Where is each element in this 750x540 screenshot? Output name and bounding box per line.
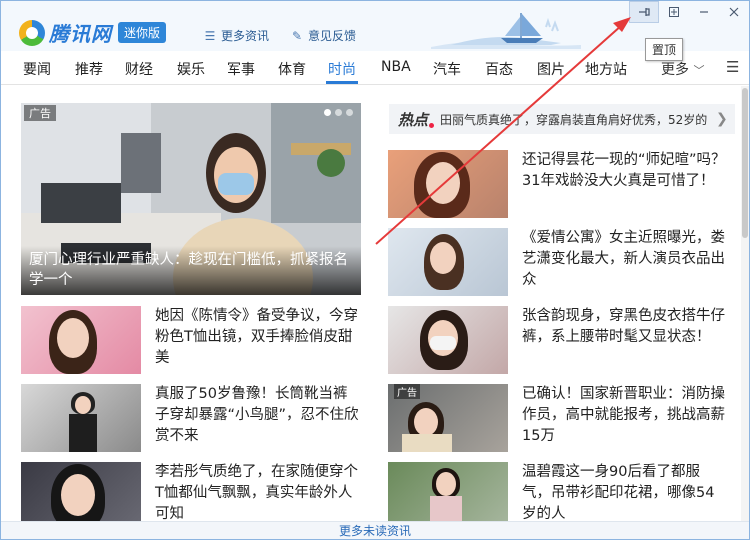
more-tabs-label: 更多: [661, 62, 689, 78]
hot-label: 热点: [398, 110, 429, 129]
news-card[interactable]: 广告 已确认！国家新晋职业：消防操作员，高中就能报考，挑战高薪15万: [388, 384, 728, 452]
news-card[interactable]: 还记得昙花一现的“师妃暄”吗？31年戏龄没大火真是可惜了！: [388, 150, 728, 218]
tab-finance[interactable]: 财经: [125, 59, 153, 79]
list-icon: ☰: [204, 28, 216, 43]
more-unread-button[interactable]: 更多未读资讯: [1, 521, 749, 539]
active-tab-indicator: [326, 81, 358, 84]
news-feed: 广告 厦门心理行业严重缺人：趁现在门槛低，抓紧报名学一个 热点 田丽气质真绝了，…: [1, 86, 741, 521]
hot-news-ticker[interactable]: 热点 田丽气质真绝了，穿露肩装直角肩好优秀，52岁的 ❯: [389, 104, 735, 134]
tab-sports[interactable]: 体育: [278, 59, 306, 79]
sailboat-decoration-icon: [431, 13, 581, 49]
news-thumbnail: [388, 228, 508, 296]
news-title: 李若彤气质绝了，在家随便穿个T恤都仙气飘飘，真实年龄外人可知: [155, 464, 358, 521]
feedback-link[interactable]: ✎ 意见反馈: [291, 27, 356, 44]
news-thumbnail: [21, 462, 141, 521]
news-title: 她因《陈情令》备受争议，今穿粉色T恤出镜，双手捧脸俏皮甜美: [155, 308, 358, 366]
chevron-right-icon[interactable]: ❯: [716, 111, 728, 127]
news-card[interactable]: 张含韵现身，穿黑色皮衣搭牛仔裤，系上腰带时髦又显状态！: [388, 306, 728, 374]
tab-headlines[interactable]: 要闻: [23, 59, 51, 79]
news-thumbnail: [21, 306, 141, 374]
news-title: 温碧霞这一身90后看了都服气，吊带衫配印花裙，哪像54岁的人: [522, 464, 715, 521]
news-thumbnail: [388, 462, 508, 521]
close-icon[interactable]: [719, 1, 749, 23]
tab-recommend[interactable]: 推荐: [75, 59, 103, 79]
news-thumbnail: [388, 150, 508, 218]
news-thumbnail: 广告: [388, 384, 508, 452]
more-news-label: 更多资讯: [221, 29, 270, 43]
tab-military[interactable]: 军事: [227, 59, 255, 79]
news-card[interactable]: 真服了50岁鲁豫！长筒靴当裤子穿却暴露“小鸟腿”，忍不住欣赏不来: [21, 384, 361, 452]
tab-auto[interactable]: 汽车: [433, 59, 461, 79]
ad-tag: 广告: [24, 105, 56, 121]
menu-icon[interactable]: ☰: [726, 58, 739, 76]
more-unread-label: 更多未读资讯: [338, 524, 411, 538]
pencil-icon: ✎: [291, 28, 303, 43]
header: 腾讯网 迷你版 ☰ 更多资讯 ✎ 意见反馈: [1, 1, 749, 51]
tencent-mini-window: 腾讯网 迷你版 ☰ 更多资讯 ✎ 意见反馈 置顶 要闻 推荐 财经 娱乐 军事 …: [0, 0, 750, 540]
pin-icon[interactable]: [629, 1, 659, 23]
news-title: 真服了50岁鲁豫！长筒靴当裤子穿却暴露“小鸟腿”，忍不住欣赏不来: [155, 386, 359, 444]
tencent-logo-icon: [19, 19, 45, 46]
minimize-icon[interactable]: [689, 1, 719, 23]
carousel-dot[interactable]: [335, 109, 342, 116]
tab-nba[interactable]: NBA: [381, 59, 411, 75]
chevron-down-icon: ﹀: [693, 64, 705, 77]
tab-pictures[interactable]: 图片: [537, 59, 565, 79]
mini-badge: 迷你版: [118, 22, 167, 43]
news-card[interactable]: 温碧霞这一身90后看了都服气，吊带衫配印花裙，哪像54岁的人: [388, 462, 728, 521]
tab-entertainment[interactable]: 娱乐: [177, 59, 205, 79]
hot-text: 田丽气质真绝了，穿露肩装直角肩好优秀，52岁的: [440, 112, 708, 127]
news-title: 已确认！国家新晋职业：消防操作员，高中就能报考，挑战高薪15万: [522, 386, 725, 444]
news-thumbnail: [388, 306, 508, 374]
hero-caption: 厦门心理行业严重缺人：趁现在门槛低，抓紧报名学一个: [21, 246, 361, 295]
news-title: 张含韵现身，穿黑色皮衣搭牛仔裤，系上腰带时髦又显状态！: [522, 308, 725, 345]
category-nav: 要闻 推荐 财经 娱乐 军事 体育 时尚 NBA 汽车 百态 图片 地方站 更多…: [1, 51, 749, 85]
news-thumbnail: [21, 384, 141, 452]
restore-icon[interactable]: [659, 1, 689, 23]
ad-tag: 广告: [394, 384, 420, 399]
carousel-dots: [324, 109, 353, 116]
hero-banner[interactable]: 广告 厦门心理行业严重缺人：趁现在门槛低，抓紧报名学一个: [21, 103, 361, 295]
tab-local[interactable]: 地方站: [585, 59, 627, 79]
scrollbar-thumb[interactable]: [742, 88, 748, 238]
news-title: 《爱情公寓》女主近照曝光，娄艺潇变化最大，新人演员衣品出众: [522, 230, 725, 288]
hot-dot-icon: [429, 122, 435, 128]
carousel-dot[interactable]: [346, 109, 353, 116]
brand-name: 腾讯网: [49, 22, 112, 46]
scrollbar[interactable]: [741, 86, 749, 521]
tab-life[interactable]: 百态: [485, 59, 513, 79]
more-tabs-dropdown[interactable]: 更多 ﹀: [661, 59, 704, 79]
pin-tooltip: 置顶: [645, 38, 684, 61]
news-card[interactable]: 《爱情公寓》女主近照曝光，娄艺潇变化最大，新人演员衣品出众: [388, 228, 728, 296]
news-title: 还记得昙花一现的“师妃暄”吗？31年戏龄没大火真是可惜了！: [522, 152, 726, 189]
logo[interactable]: 腾讯网 迷你版: [19, 18, 167, 47]
news-card[interactable]: 她因《陈情令》备受争议，今穿粉色T恤出镜，双手捧脸俏皮甜美: [21, 306, 361, 374]
window-controls: [629, 1, 749, 23]
more-news-link[interactable]: ☰ 更多资讯: [204, 27, 269, 44]
carousel-dot[interactable]: [324, 109, 331, 116]
tab-fashion[interactable]: 时尚: [328, 59, 356, 79]
feedback-label: 意见反馈: [308, 29, 357, 43]
news-card[interactable]: 李若彤气质绝了，在家随便穿个T恤都仙气飘飘，真实年龄外人可知: [21, 462, 361, 521]
